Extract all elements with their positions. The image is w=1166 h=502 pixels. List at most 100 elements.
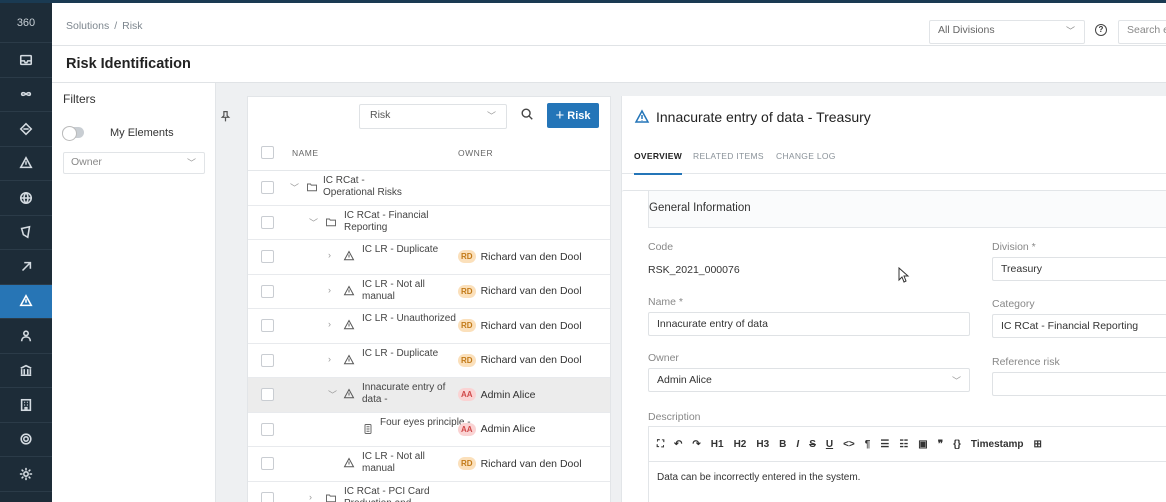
code-block-icon[interactable]: {} [953,439,961,450]
redo-icon[interactable]: ↷ [692,439,700,450]
element-type-select[interactable]: Risk ﹀ [359,104,507,129]
division-select[interactable]: All Divisions ﹀ [929,20,1085,44]
heading3-button[interactable]: H3 [756,439,769,450]
underline-button[interactable]: U [826,439,833,450]
quote-icon[interactable]: ❞ [938,439,943,450]
row-checkbox[interactable] [261,181,274,194]
name-field[interactable]: Innacurate entry of data [648,312,970,336]
shield-icon[interactable] [0,216,52,250]
tab-related-items[interactable]: RELATED ITEMS [693,151,764,161]
app-logo[interactable]: 360 [0,3,52,43]
warning-icon[interactable] [0,147,52,181]
help-icon[interactable]: ? [1095,24,1107,36]
row-checkbox[interactable] [261,388,274,401]
image-icon[interactable]: ▣ [918,439,927,450]
my-elements-toggle[interactable] [62,126,84,141]
process-icon[interactable] [0,112,52,147]
list-item[interactable]: IC LR - Not all manual RD Richard van den… [248,447,610,482]
globe-icon[interactable] [0,181,52,216]
italic-button[interactable]: I [796,439,799,450]
building-icon[interactable] [0,388,52,423]
link-icon[interactable] [0,250,52,285]
owner-filter-select[interactable]: Owner ﹀ [63,152,205,174]
tab-overview[interactable]: OVERVIEW [634,151,683,175]
bullet-list-icon[interactable]: ☰ [880,439,889,450]
chevron-right-icon[interactable]: › [328,319,331,329]
add-risk-button[interactable]: + Risk [547,103,599,128]
bold-button[interactable]: B [779,439,786,450]
global-search-input[interactable]: Search e [1118,20,1166,44]
list-item[interactable]: Four eyes principle - AA Admin Alice [248,412,610,447]
division-select-value: All Divisions [938,24,995,36]
avatar: RD [458,353,476,367]
row-name: IC RCat - Operational Risks [323,175,402,198]
row-checkbox[interactable] [261,250,274,263]
avatar: RD [458,284,476,298]
row-checkbox[interactable] [261,353,274,367]
chevron-right-icon[interactable]: › [328,285,331,295]
risk-icon [343,457,355,468]
settings-icon[interactable] [0,423,52,457]
row-checkbox[interactable] [261,319,274,332]
row-name: IC LR - Duplicate [362,244,439,255]
bank-icon[interactable] [0,354,52,388]
inbox-icon[interactable] [0,43,52,78]
list-item[interactable]: › IC RCat - PCI Card Production and [248,481,610,502]
avatar: AA [458,388,476,401]
breadcrumb-solutions[interactable]: Solutions [66,20,109,32]
description-editor[interactable]: Data can be incorrectly entered in the s… [648,461,1166,502]
chevron-down-icon[interactable]: ﹀ [309,216,318,229]
title-bar: Risk Identification [52,46,1166,83]
filters-title: Filters [63,92,96,106]
gear-icon[interactable] [0,457,52,492]
list-item[interactable]: › IC LR - Duplicate RD Richard van den Do… [248,240,610,275]
row-checkbox[interactable] [261,491,274,502]
owner-name: Admin Alice [480,388,536,401]
heading2-button[interactable]: H2 [734,439,747,450]
detail-tabs: OVERVIEW RELATED ITEMS CHANGE LOG [622,140,1166,175]
select-all-checkbox[interactable] [261,146,274,159]
chevron-right-icon[interactable]: › [328,354,331,364]
category-field[interactable]: IC RCat - Financial Reporting [992,314,1166,338]
timestamp-button[interactable]: Timestamp [971,439,1024,450]
list-item[interactable]: ﹀ IC RCat - Financial Reporting [248,205,610,240]
strikethrough-button[interactable]: S [809,439,816,450]
chevron-down-icon[interactable]: ﹀ [290,181,299,194]
owner-name: Richard van den Dool [480,285,582,297]
name-label: Name * [648,296,684,308]
list-item[interactable]: ﹀ IC RCat - Operational Risks [248,171,610,206]
section-title: General Information [649,202,751,214]
numbered-list-icon[interactable]: ☷ [899,439,908,450]
fullscreen-icon[interactable]: ⛶ [657,439,664,450]
list-item[interactable]: › IC LR - Not all manual RD Richard van d… [248,274,610,309]
reference-risk-field[interactable] [992,372,1166,396]
chevron-right-icon[interactable]: › [309,492,312,502]
chevron-down-icon: ﹀ [486,111,496,121]
heading1-button[interactable]: H1 [711,439,724,450]
row-checkbox[interactable] [261,215,274,229]
infinity-icon[interactable] [0,78,52,112]
paragraph-icon[interactable]: ¶ [865,439,871,450]
users-icon[interactable] [0,319,52,354]
owner-field[interactable]: Admin Alice ﹀ [648,368,970,392]
pin-icon[interactable] [219,110,232,126]
table-icon[interactable]: ⊞ [1034,439,1042,450]
tab-change-log[interactable]: CHANGE LOG [776,151,836,161]
chevron-right-icon[interactable]: › [328,250,331,260]
search-icon[interactable] [520,107,534,121]
risk-icon[interactable] [0,284,52,319]
chevron-down-icon: ﹀ [186,158,196,168]
breadcrumb-risk[interactable]: Risk [122,20,142,32]
code-icon[interactable]: <> [843,439,855,450]
list-item[interactable]: › IC LR - Unauthorized RD Richard van den… [248,309,610,344]
list-item-selected[interactable]: ﹀ Innacurate entry of data - AA Admin Ali… [248,378,610,413]
list-item[interactable]: › IC LR - Duplicate RD Richard van den Do… [248,343,610,378]
row-checkbox[interactable] [261,422,274,436]
row-checkbox[interactable] [261,284,274,298]
division-field[interactable]: Treasury [992,257,1166,281]
column-header-owner[interactable]: OWNER [458,148,493,158]
column-header-name[interactable]: NAME [292,148,319,158]
chevron-down-icon[interactable]: ﹀ [328,388,337,401]
undo-icon[interactable]: ↶ [674,439,682,450]
row-checkbox[interactable] [261,457,274,470]
